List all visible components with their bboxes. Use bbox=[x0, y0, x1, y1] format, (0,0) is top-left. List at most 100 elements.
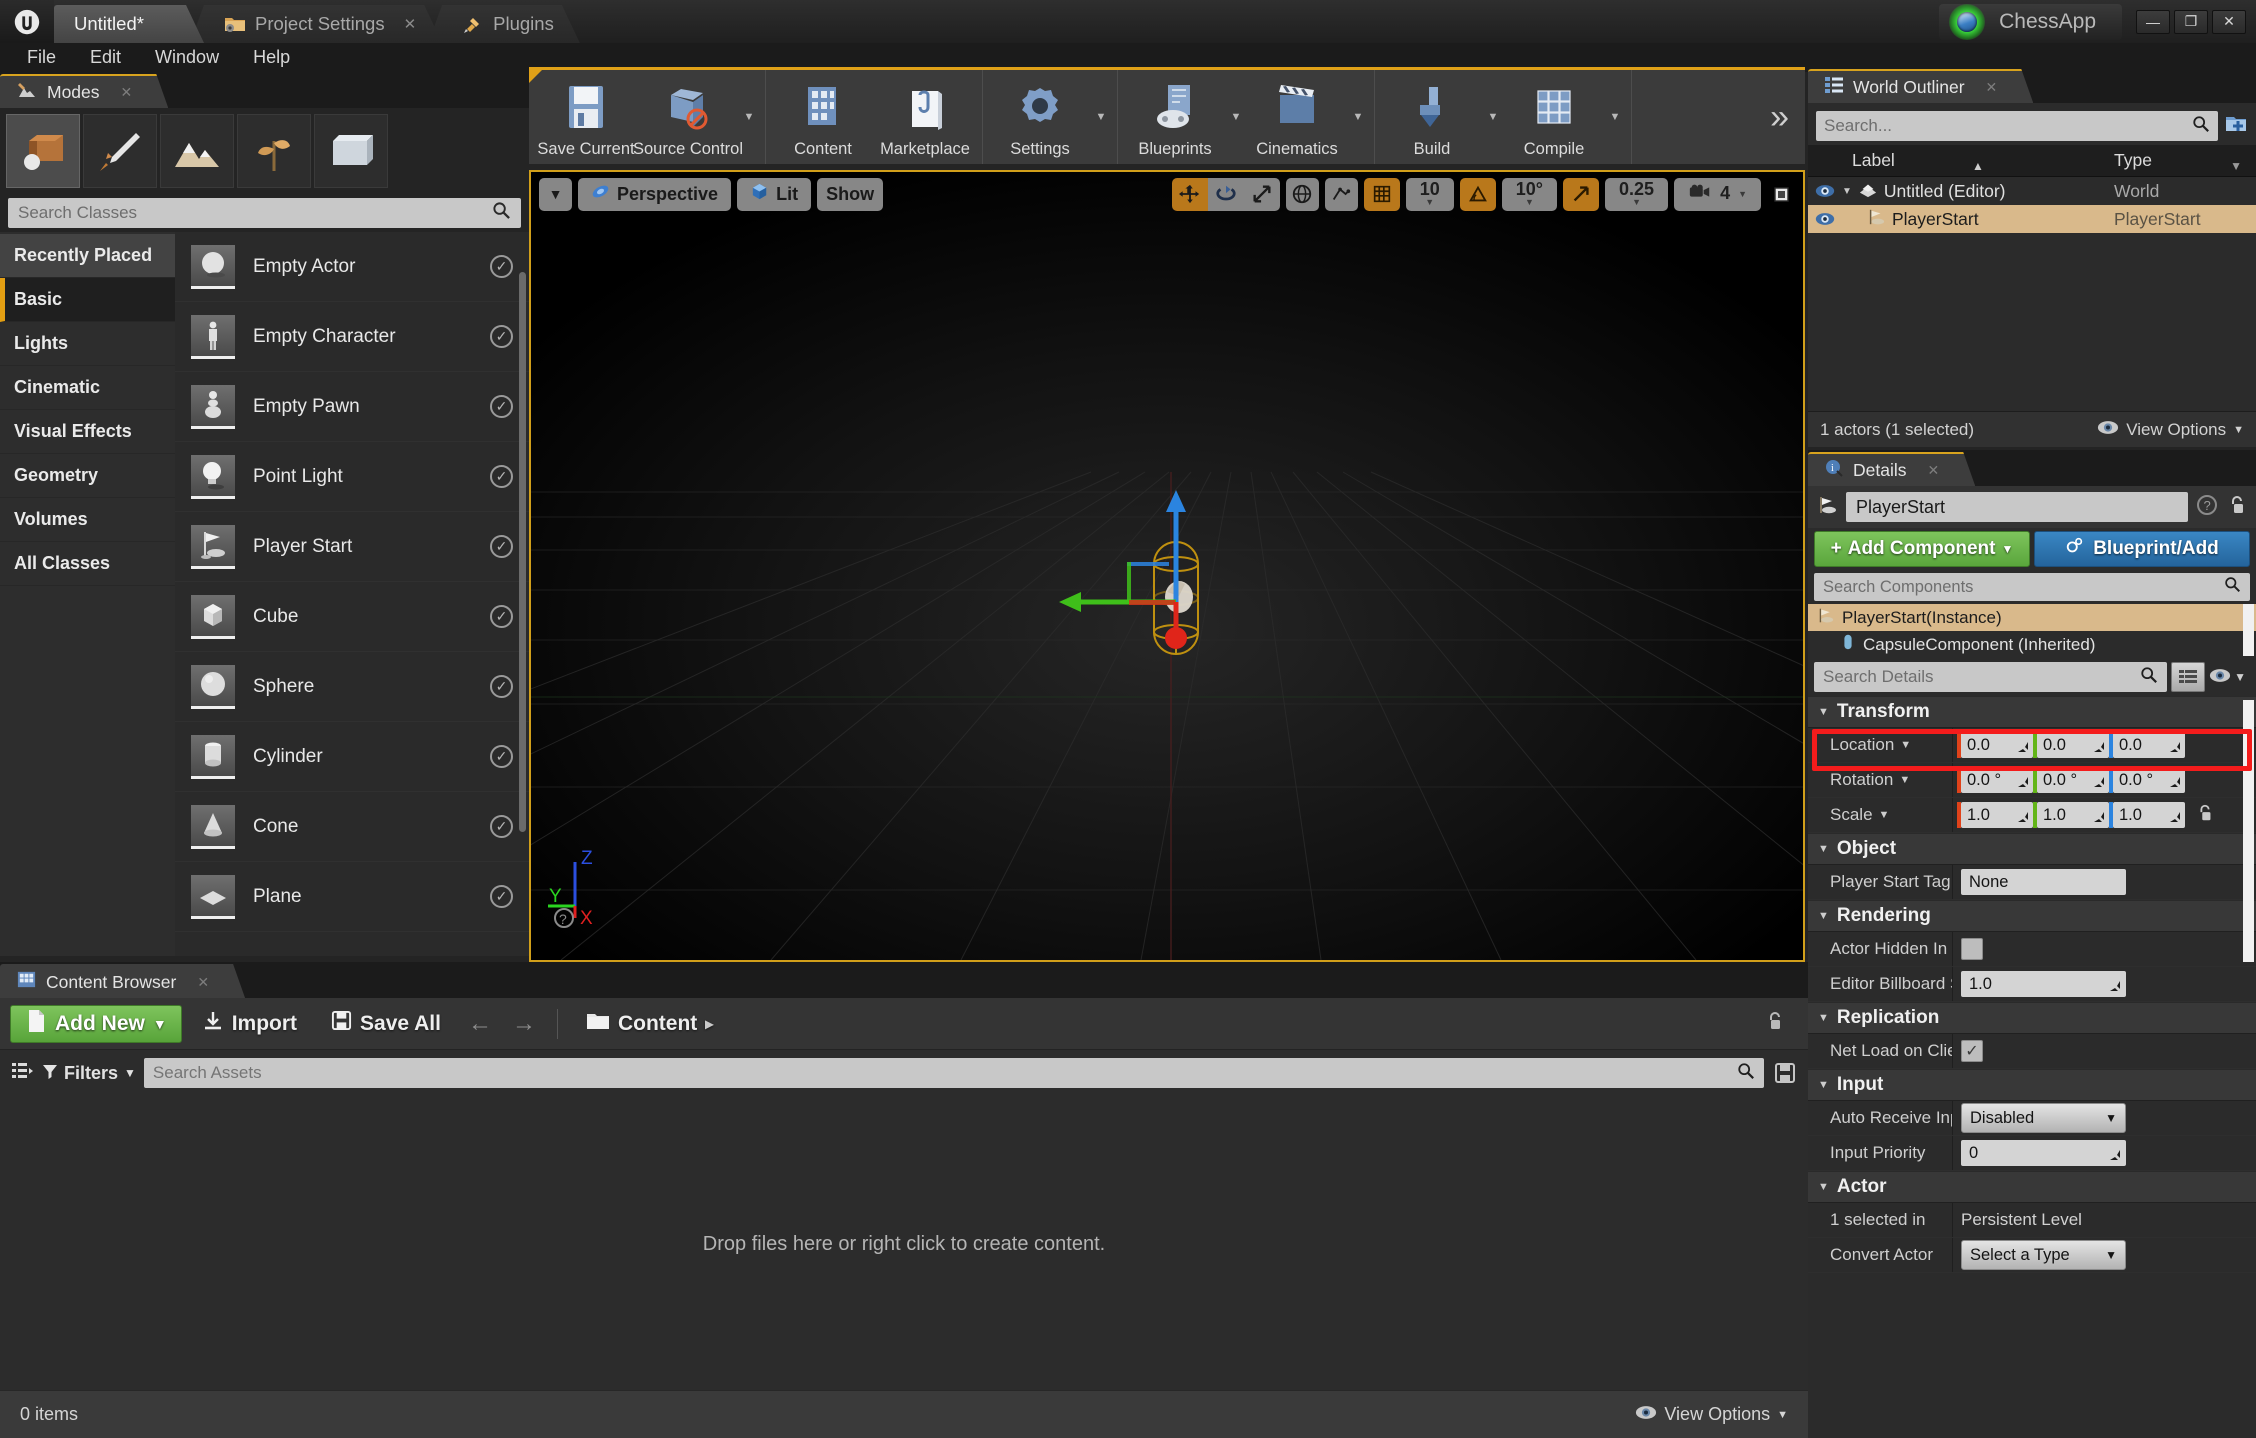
spinner-icon[interactable] bbox=[2169, 739, 2181, 752]
info-badge-icon[interactable]: ✓ bbox=[490, 535, 513, 558]
scale-y-input[interactable]: 1.0 bbox=[2033, 802, 2109, 828]
save-all-button[interactable]: Save All bbox=[317, 1010, 455, 1037]
search-assets-input[interactable]: Search Assets bbox=[143, 1058, 1764, 1088]
list-item[interactable]: Empty Pawn ✓ bbox=[175, 372, 529, 442]
section-replication[interactable]: ▼ Replication bbox=[1808, 1002, 2256, 1034]
menu-edit[interactable]: Edit bbox=[73, 43, 138, 72]
category-geometry[interactable]: Geometry bbox=[0, 454, 175, 498]
settings-button[interactable]: Settings bbox=[989, 71, 1091, 163]
table-row[interactable]: ▼ Untitled (Editor) World bbox=[1808, 177, 2256, 205]
category-visual-effects[interactable]: Visual Effects bbox=[0, 410, 175, 454]
spinner-icon[interactable] bbox=[2169, 809, 2181, 822]
section-rendering[interactable]: ▼ Rendering bbox=[1808, 900, 2256, 932]
build-button[interactable]: Build bbox=[1381, 71, 1483, 163]
window-tab-untitled[interactable]: Untitled* bbox=[54, 5, 204, 43]
spinner-icon[interactable] bbox=[2017, 774, 2029, 787]
category-basic[interactable]: Basic bbox=[0, 278, 175, 322]
category-lights[interactable]: Lights bbox=[0, 322, 175, 366]
grid-snap-value[interactable]: 10 ▼ bbox=[1405, 177, 1454, 211]
unlock-icon[interactable] bbox=[2226, 494, 2248, 521]
label-column-header[interactable]: Label ▲ bbox=[1842, 150, 2106, 173]
grid-snap-icon[interactable] bbox=[1363, 177, 1400, 211]
mode-button-geometry-edit[interactable] bbox=[314, 114, 388, 188]
table-row[interactable]: PlayerStart PlayerStart bbox=[1808, 205, 2256, 233]
list-item[interactable]: Cube ✓ bbox=[175, 582, 529, 652]
visibility-toggle[interactable] bbox=[1808, 183, 1842, 199]
player-start-tag-input[interactable]: None bbox=[1961, 869, 2126, 895]
scale-x-input[interactable]: 1.0 bbox=[1957, 802, 2033, 828]
save-current-button[interactable]: Save Current bbox=[535, 71, 637, 163]
marketplace-button[interactable]: Marketplace bbox=[874, 71, 976, 163]
toolbar-overflow-button[interactable]: » bbox=[1754, 100, 1805, 134]
add-component-button[interactable]: + Add Component ▼ bbox=[1814, 531, 2030, 567]
chevron-down-icon[interactable]: ▼ bbox=[1900, 739, 1911, 751]
menu-window[interactable]: Window bbox=[138, 43, 236, 72]
section-object[interactable]: ▼ Object bbox=[1808, 833, 2256, 865]
scale-snap-value[interactable]: 0.25 ▼ bbox=[1605, 177, 1669, 211]
actor-hidden-checkbox[interactable] bbox=[1961, 938, 1983, 960]
view-mode-button[interactable]: Lit bbox=[737, 177, 812, 211]
search-components-input[interactable]: Search Components bbox=[1814, 573, 2250, 601]
spinner-icon[interactable] bbox=[2169, 774, 2181, 787]
search-classes-input[interactable]: Search Classes bbox=[8, 198, 521, 228]
angle-snap-value[interactable]: 10° ▼ bbox=[1501, 177, 1558, 211]
content-button[interactable]: Content bbox=[772, 71, 874, 163]
level-viewport[interactable]: ▼ Perspective Lit Show 10 ▼ 10° ▼ 0.25 ▼… bbox=[529, 170, 1805, 962]
source-control-button[interactable]: Source Control bbox=[633, 71, 743, 163]
location-x-input[interactable]: 0.0 bbox=[1957, 732, 2033, 758]
restore-button[interactable]: ❐ bbox=[2174, 9, 2208, 34]
add-folder-icon[interactable] bbox=[2224, 112, 2248, 141]
spinner-icon[interactable] bbox=[2093, 774, 2105, 787]
auto-receive-input-select[interactable]: Disabled ▼ bbox=[1961, 1103, 2126, 1133]
location-y-input[interactable]: 0.0 bbox=[2033, 732, 2109, 758]
world-space-toggle[interactable] bbox=[1285, 177, 1319, 211]
spinner-icon[interactable] bbox=[2017, 809, 2029, 822]
expand-triangle-icon[interactable]: ▼ bbox=[1842, 186, 1852, 197]
category-recently-placed[interactable]: Recently Placed bbox=[0, 234, 175, 278]
input-priority-input[interactable]: 0 bbox=[1961, 1140, 2126, 1166]
add-new-button[interactable]: Add New ▼ bbox=[10, 1004, 182, 1043]
menu-help[interactable]: Help bbox=[236, 43, 307, 72]
category-all-classes[interactable]: All Classes bbox=[0, 542, 175, 586]
info-badge-icon[interactable]: ✓ bbox=[490, 675, 513, 698]
spinner-icon[interactable] bbox=[2017, 739, 2029, 752]
help-icon[interactable]: ? bbox=[2196, 494, 2218, 521]
list-item[interactable]: Sphere ✓ bbox=[175, 652, 529, 722]
net-load-checkbox[interactable]: ✓ bbox=[1961, 1040, 1983, 1062]
scale-snap-icon[interactable] bbox=[1563, 177, 1600, 211]
info-badge-icon[interactable]: ✓ bbox=[490, 325, 513, 348]
chevron-down-icon[interactable]: ▼ bbox=[1899, 774, 1910, 786]
list-item[interactable]: Cone ✓ bbox=[175, 792, 529, 862]
category-volumes[interactable]: Volumes bbox=[0, 498, 175, 542]
spinner-icon[interactable] bbox=[2093, 739, 2105, 752]
perspective-button[interactable]: Perspective bbox=[578, 177, 732, 211]
cinematics-caret-icon[interactable]: ▼ bbox=[1348, 71, 1368, 163]
list-item[interactable]: Empty Character ✓ bbox=[175, 302, 529, 372]
info-badge-icon[interactable]: ✓ bbox=[490, 255, 513, 278]
sources-panel-toggle-icon[interactable] bbox=[10, 1060, 34, 1087]
build-caret-icon[interactable]: ▼ bbox=[1483, 71, 1503, 163]
visibility-toggle[interactable] bbox=[1808, 211, 1842, 227]
details-grid-view-button[interactable] bbox=[2171, 662, 2206, 692]
outliner-view-options-button[interactable]: View Options ▼ bbox=[2097, 419, 2244, 441]
list-item[interactable]: Player Start ✓ bbox=[175, 512, 529, 582]
window-tab-project-settings[interactable]: Project Settings ✕ bbox=[190, 5, 442, 43]
scale-lock-icon[interactable] bbox=[2195, 803, 2215, 828]
rotation-y-input[interactable]: 0.0 ° bbox=[2033, 767, 2109, 793]
convert-actor-select[interactable]: Select a Type ▼ bbox=[1961, 1240, 2126, 1270]
compile-caret-icon[interactable]: ▼ bbox=[1605, 71, 1625, 163]
tab-modes[interactable]: Modes ✕ bbox=[0, 74, 168, 108]
spinner-icon[interactable] bbox=[2093, 809, 2105, 822]
viewport-options-button[interactable]: ▼ bbox=[539, 177, 572, 211]
tab-world-outliner[interactable]: World Outliner ✕ bbox=[1808, 69, 2033, 103]
settings-caret-icon[interactable]: ▼ bbox=[1091, 71, 1111, 163]
mode-button-foliage[interactable] bbox=[237, 114, 311, 188]
component-row-playerstart-instance[interactable]: PlayerStart(Instance) bbox=[1808, 604, 2256, 631]
window-tab-plugins[interactable]: Plugins bbox=[428, 5, 580, 43]
search-details-input[interactable]: Search Details bbox=[1814, 662, 2168, 692]
blueprint-add-script-button[interactable]: Blueprint/Add bbox=[2034, 531, 2250, 567]
close-icon[interactable]: ✕ bbox=[404, 15, 417, 33]
details-view-options-button[interactable]: ▼ bbox=[2209, 667, 2250, 687]
info-badge-icon[interactable]: ✓ bbox=[490, 885, 513, 908]
arrow-left-icon[interactable]: ← bbox=[461, 1010, 499, 1038]
